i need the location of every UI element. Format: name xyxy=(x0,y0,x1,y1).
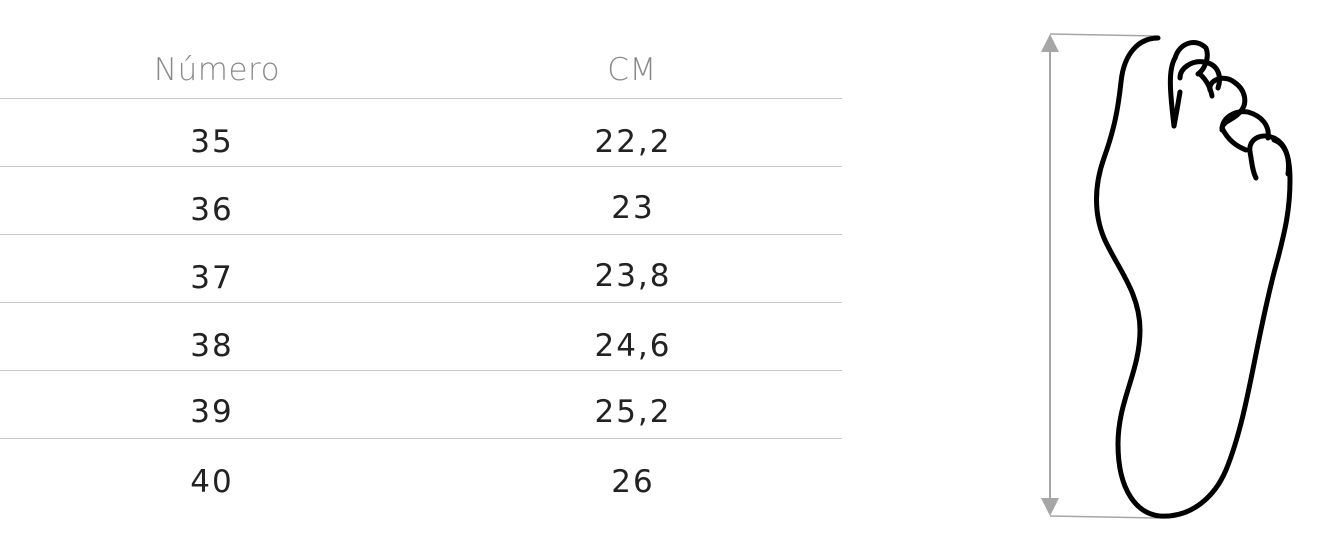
size-chart-table: Número CM 35 22,2 36 23 37 23,8 38 24,6 … xyxy=(0,0,842,560)
row-divider xyxy=(0,234,842,235)
size-number-cell: 40 xyxy=(190,464,234,500)
foot-outline-icon xyxy=(1094,35,1293,519)
size-number-cell: 39 xyxy=(190,394,234,430)
size-number-cell: 37 xyxy=(190,260,234,296)
row-divider xyxy=(0,302,842,303)
row-divider xyxy=(0,438,842,439)
size-number-cell: 35 xyxy=(190,124,234,160)
column-header-number: Número xyxy=(153,52,281,88)
size-cm-cell: 26 xyxy=(611,464,655,500)
size-number-cell: 36 xyxy=(190,192,234,228)
size-cm-cell: 25,2 xyxy=(594,394,672,430)
double-arrow-vertical-icon xyxy=(1041,33,1159,519)
row-divider xyxy=(0,370,842,371)
row-divider xyxy=(0,166,842,167)
row-divider xyxy=(0,98,842,99)
size-number-cell: 38 xyxy=(190,328,234,364)
column-header-cm: CM xyxy=(607,52,657,88)
foot-measurement-illustration xyxy=(1041,33,1293,519)
size-cm-cell: 22,2 xyxy=(594,124,672,160)
size-cm-cell: 23,8 xyxy=(594,258,672,294)
size-cm-cell: 24,6 xyxy=(594,328,672,364)
size-cm-cell: 23 xyxy=(611,190,655,226)
